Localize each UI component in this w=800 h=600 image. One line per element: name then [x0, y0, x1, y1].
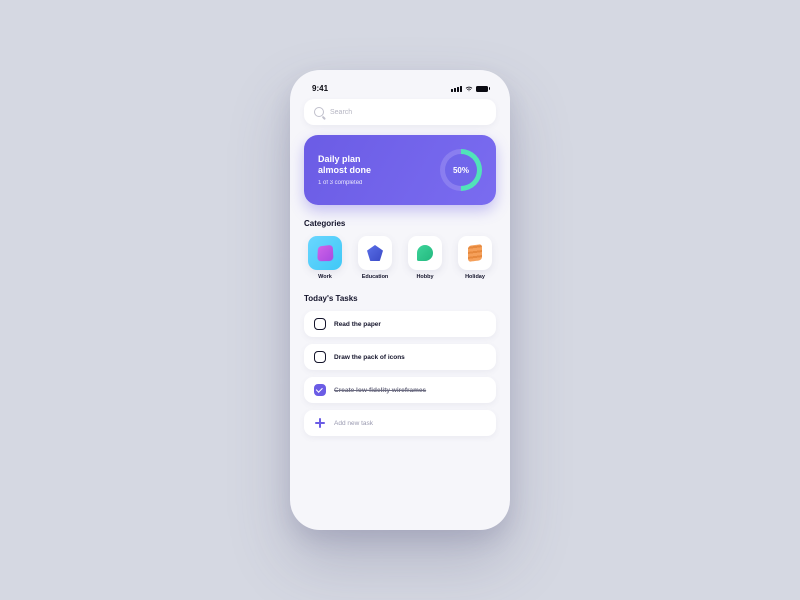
- category-work[interactable]: Work: [304, 236, 346, 280]
- status-time: 9:41: [312, 84, 328, 93]
- battery-icon: [476, 86, 488, 92]
- add-task-label: Add new task: [334, 420, 373, 427]
- task-label: Read the paper: [334, 321, 381, 328]
- coil-icon: [468, 244, 482, 262]
- daily-plan-card[interactable]: Daily plan almost done 1 of 3 completed …: [304, 135, 496, 205]
- box-icon: [317, 245, 333, 262]
- category-label: Hobby: [416, 274, 433, 280]
- category-education[interactable]: Education: [354, 236, 396, 280]
- hero-subtitle: 1 of 3 completed: [318, 180, 371, 186]
- search-placeholder: Search: [330, 109, 352, 116]
- category-hobby[interactable]: Hobby: [404, 236, 446, 280]
- categories-heading: Categories: [304, 219, 496, 228]
- task-row[interactable]: Draw the pack of icons: [304, 344, 496, 370]
- status-indicators: [451, 86, 488, 92]
- task-label: Create low-fidelity wireframes: [334, 387, 426, 394]
- progress-ring: 50%: [440, 149, 482, 191]
- leaf-icon: [417, 245, 433, 261]
- phone-frame: 9:41 Search Daily plan almost done 1 of …: [290, 70, 510, 530]
- tasks-heading: Today's Tasks: [304, 294, 496, 303]
- plus-icon: [314, 417, 326, 429]
- category-label: Work: [318, 274, 332, 280]
- gem-icon: [367, 245, 383, 261]
- status-bar: 9:41: [304, 82, 496, 99]
- category-label: Holiday: [465, 274, 485, 280]
- task-row[interactable]: Create low-fidelity wireframes: [304, 377, 496, 403]
- search-input[interactable]: Search: [304, 99, 496, 125]
- category-label: Education: [362, 274, 389, 280]
- category-holiday[interactable]: Holiday: [454, 236, 496, 280]
- checkbox-icon[interactable]: [314, 351, 326, 363]
- hero-title-line2: almost done: [318, 165, 371, 175]
- daily-plan-text: Daily plan almost done 1 of 3 completed: [318, 154, 371, 187]
- task-list: Read the paper Draw the pack of icons Cr…: [304, 311, 496, 436]
- categories-row: Work Education Hobby Holiday: [304, 236, 496, 280]
- signal-icon: [451, 86, 462, 92]
- wifi-icon: [465, 86, 473, 92]
- task-label: Draw the pack of icons: [334, 354, 405, 361]
- hero-title-line1: Daily plan: [318, 154, 361, 164]
- checkbox-icon[interactable]: [314, 318, 326, 330]
- checkbox-checked-icon[interactable]: [314, 384, 326, 396]
- add-task-button[interactable]: Add new task: [304, 410, 496, 436]
- task-row[interactable]: Read the paper: [304, 311, 496, 337]
- search-icon: [314, 107, 324, 117]
- progress-label: 50%: [445, 154, 477, 186]
